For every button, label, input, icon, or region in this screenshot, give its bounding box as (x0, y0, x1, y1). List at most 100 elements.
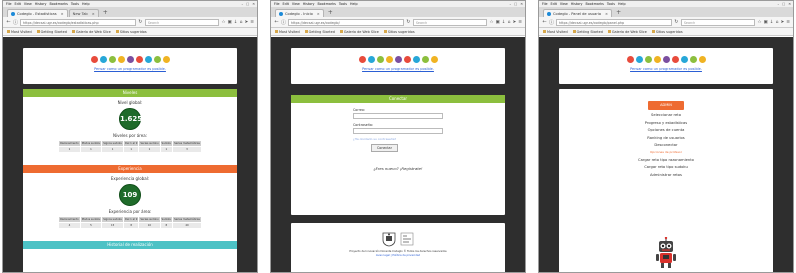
maximize-button[interactable]: □ (782, 1, 785, 7)
menu-history[interactable]: History (303, 1, 315, 7)
search-input[interactable]: Search (680, 18, 756, 26)
tagline-link[interactable]: Pensar como un programador es posible. (559, 67, 773, 71)
menu-history[interactable]: History (35, 1, 47, 7)
download-icon[interactable]: ↓ (502, 20, 506, 25)
menu-edit[interactable]: Edit (15, 1, 21, 7)
tagline-link[interactable]: Pensar como un programador es posible. (291, 67, 505, 71)
bookmark-item[interactable]: Getting Started (304, 30, 335, 34)
url-field[interactable]: https://decsai.ugr.es/codeglo/panel.php (556, 18, 672, 26)
download-icon[interactable]: ↓ (234, 20, 238, 25)
menu-item-progress[interactable]: Progreso y estadísticas (559, 121, 773, 125)
tab-active[interactable]: Codeglo - Panel de usuario × (543, 9, 613, 17)
hamburger-menu-icon[interactable]: ≡ (250, 20, 254, 25)
back-arrow-icon[interactable]: ← (6, 19, 11, 25)
register-link[interactable]: ¿Eres nuevo? ¡Regístrate! (291, 166, 505, 171)
new-tab-button[interactable]: + (100, 9, 111, 17)
menu-help[interactable]: Help (618, 1, 626, 7)
close-tab-icon[interactable]: × (605, 12, 608, 16)
close-window-button[interactable]: ✕ (788, 1, 791, 7)
minimize-button[interactable]: – (777, 1, 779, 7)
hamburger-menu-icon[interactable]: ≡ (518, 20, 522, 25)
reload-icon[interactable]: ↻ (406, 19, 411, 25)
home-icon[interactable]: ⌂ (776, 20, 779, 25)
menu-item-account-options[interactable]: Opciones de cuenta (559, 128, 773, 132)
menu-bookmarks[interactable]: Bookmarks (317, 1, 335, 7)
forgot-password-link[interactable]: ¿Ha olvidado su contraseña? (353, 137, 505, 141)
admin-button[interactable]: ADMIN (648, 101, 684, 110)
close-tab-icon[interactable]: × (317, 12, 320, 16)
bookmark-item[interactable]: Galería de Web Slice (607, 30, 647, 34)
menu-bookmarks[interactable]: Bookmarks (585, 1, 603, 7)
reload-icon[interactable]: ↻ (138, 19, 143, 25)
new-tab-button[interactable]: + (325, 9, 336, 17)
bookmark-item[interactable]: Sitios sugeridos (651, 30, 683, 34)
email-field[interactable] (353, 113, 443, 119)
home-icon[interactable]: ⌂ (240, 20, 243, 25)
menu-edit[interactable]: Edit (283, 1, 289, 7)
menu-tools[interactable]: Tools (607, 1, 615, 7)
clipboard-icon[interactable]: ▣ (764, 20, 768, 25)
bookmark-item[interactable]: Getting Started (572, 30, 603, 34)
maximize-button[interactable]: □ (514, 1, 517, 7)
url-field[interactable]: https://decsai.ugr.es/codeglo/ (288, 18, 404, 26)
minimize-button[interactable]: – (509, 1, 511, 7)
menu-edit[interactable]: Edit (551, 1, 557, 7)
codeglo-logo[interactable] (23, 56, 237, 63)
reload-icon[interactable]: ↻ (674, 19, 679, 25)
url-field[interactable]: https://decsai.ugr.es/codeglo/estadistic… (20, 18, 136, 26)
bookmark-item[interactable]: Sitios sugeridos (115, 30, 147, 34)
bookmark-item[interactable]: Most Visited (543, 30, 568, 34)
bookmark-item[interactable]: Sitios sugeridos (383, 30, 415, 34)
tab-active[interactable]: Codeglo - Estadísticas × (7, 9, 68, 17)
bookmark-item[interactable]: Galería de Web Slice (339, 30, 379, 34)
home-icon[interactable]: ⌂ (508, 20, 511, 25)
codeglo-logo[interactable] (291, 56, 505, 63)
menu-file[interactable]: File (6, 1, 12, 7)
bookmark-item[interactable]: Getting Started (36, 30, 67, 34)
tagline-link[interactable]: Pensar como un programador es posible. (23, 67, 237, 71)
menu-view[interactable]: View (560, 1, 568, 7)
menu-tools[interactable]: Tools (339, 1, 347, 7)
search-input[interactable]: Search (412, 18, 488, 26)
maximize-button[interactable]: □ (246, 1, 249, 7)
clipboard-icon[interactable]: ▣ (496, 20, 500, 25)
password-field[interactable] (353, 128, 443, 134)
info-icon[interactable]: ⓘ (281, 19, 286, 26)
send-icon[interactable]: ➤ (244, 20, 248, 25)
menu-item-ranking[interactable]: Ranking de usuarios (559, 136, 773, 140)
menu-item-manage-challenges[interactable]: Administrar retos (559, 173, 773, 177)
bookmark-item[interactable]: Most Visited (7, 30, 32, 34)
bookmark-item[interactable]: Most Visited (275, 30, 300, 34)
search-input[interactable]: Search (144, 18, 220, 26)
star-icon[interactable]: ☆ (757, 20, 761, 25)
info-icon[interactable]: ⓘ (13, 19, 18, 26)
bookmark-item[interactable]: Galería de Web Slice (71, 30, 111, 34)
menu-item-select-challenge[interactable]: Seleccionar reto (559, 113, 773, 117)
menu-item-load-sudoku[interactable]: Cargar reto tipo sudoku (559, 165, 773, 169)
back-arrow-icon[interactable]: ← (274, 19, 279, 25)
menu-history[interactable]: History (571, 1, 583, 7)
menu-file[interactable]: File (274, 1, 280, 7)
clipboard-icon[interactable]: ▣ (228, 20, 232, 25)
menu-bookmarks[interactable]: Bookmarks (49, 1, 67, 7)
minimize-button[interactable]: – (241, 1, 243, 7)
footer-legal-link[interactable]: Aviso legal | Política de privacidad (291, 254, 505, 257)
menu-tools[interactable]: Tools (71, 1, 79, 7)
hamburger-menu-icon[interactable]: ≡ (786, 20, 790, 25)
close-tab-icon[interactable]: × (61, 12, 64, 16)
close-window-button[interactable]: ✕ (520, 1, 523, 7)
close-tab-icon[interactable]: × (92, 12, 95, 16)
menu-view[interactable]: View (292, 1, 300, 7)
menu-help[interactable]: Help (82, 1, 90, 7)
tab-new-tab[interactable]: New Tab × (68, 9, 99, 17)
close-window-button[interactable]: ✕ (252, 1, 255, 7)
download-icon[interactable]: ↓ (770, 20, 774, 25)
send-icon[interactable]: ➤ (512, 20, 516, 25)
menu-item-logout[interactable]: Desconectar (559, 143, 773, 147)
send-icon[interactable]: ➤ (780, 20, 784, 25)
connect-button[interactable]: Conectar (371, 144, 398, 152)
back-arrow-icon[interactable]: ← (542, 19, 547, 25)
menu-help[interactable]: Help (350, 1, 358, 7)
tab-active[interactable]: Codeglo - Inicio × (275, 9, 324, 17)
menu-view[interactable]: View (24, 1, 32, 7)
